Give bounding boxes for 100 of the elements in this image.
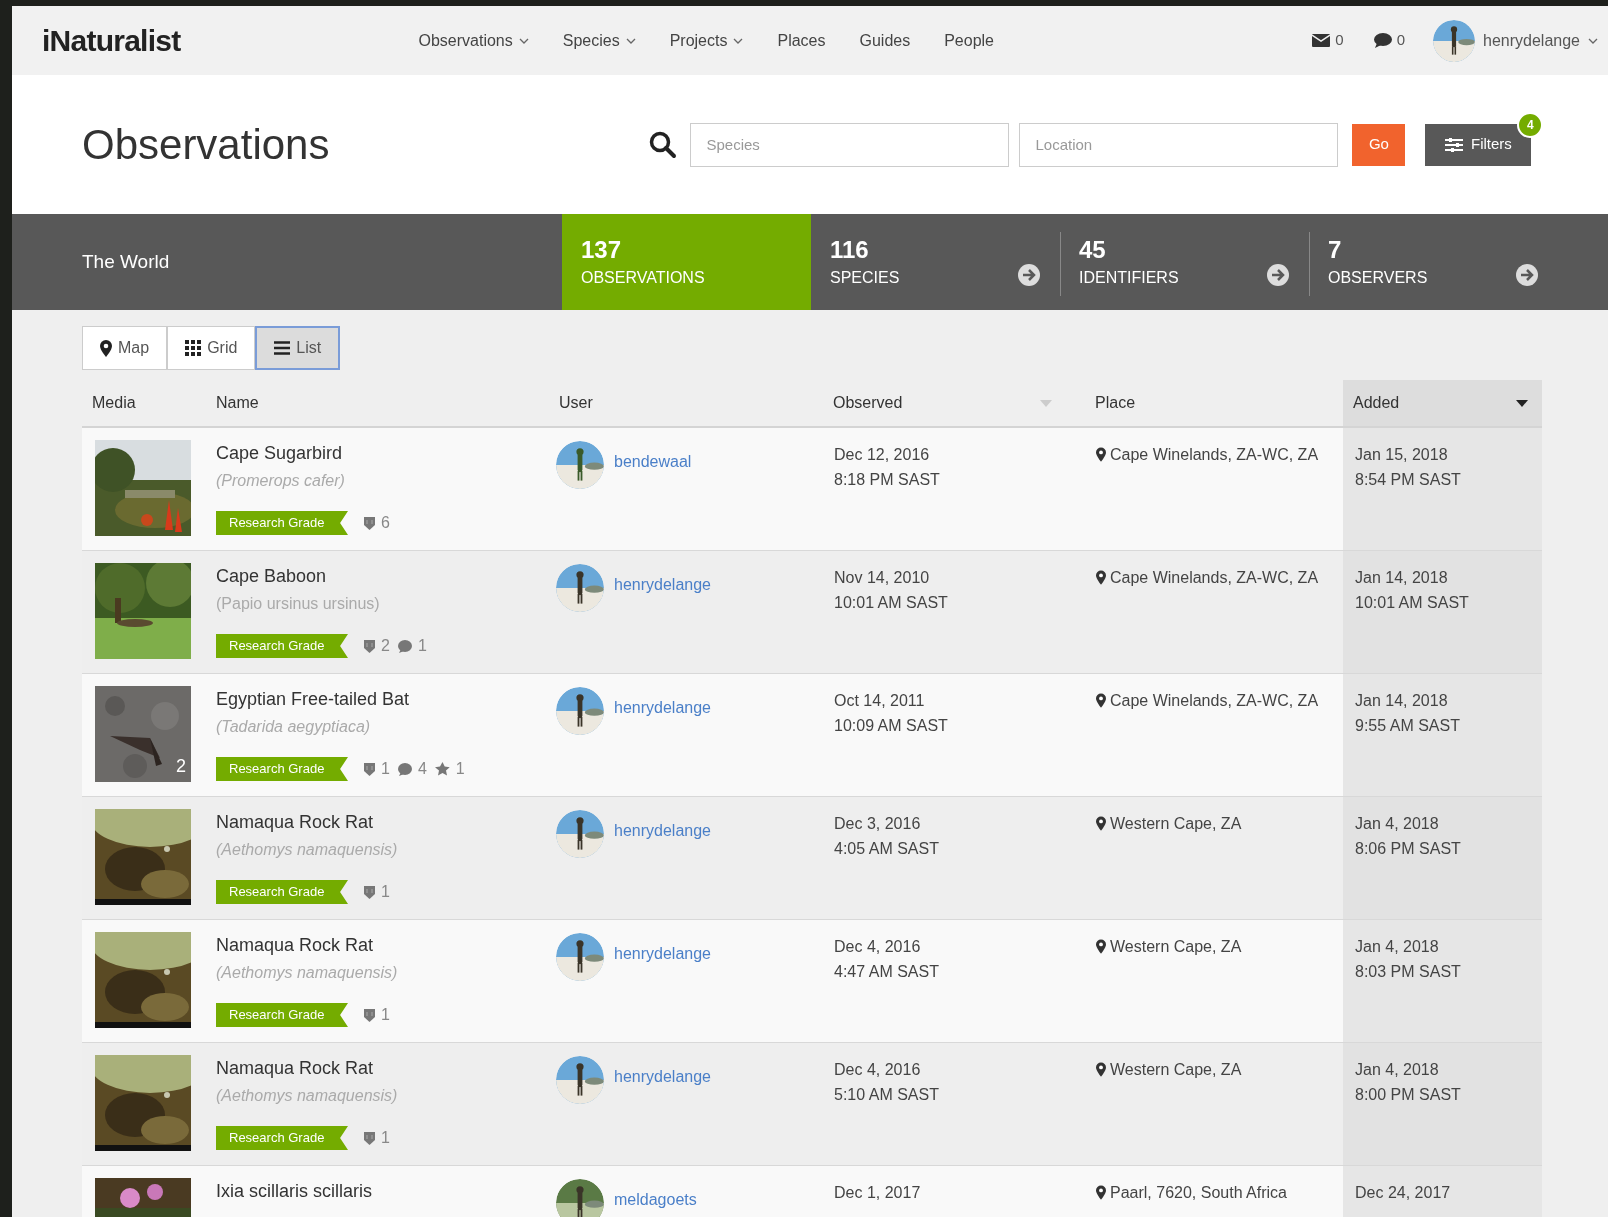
added-time: 8:06 PM SAST bbox=[1355, 839, 1462, 859]
user-link[interactable]: bendewaal bbox=[614, 450, 692, 474]
observed-date: Oct 14, 2011 bbox=[834, 691, 926, 711]
nav-link[interactable]: Projects bbox=[669, 28, 744, 53]
caret-icon bbox=[518, 37, 529, 44]
observed-date: Dec 12, 2016 bbox=[834, 445, 931, 465]
notifications-link[interactable]: 0 bbox=[1373, 29, 1406, 52]
ids-count: 6 bbox=[381, 513, 390, 533]
added-date: Dec 24, 2017 bbox=[1355, 1183, 1452, 1203]
column-header[interactable]: User bbox=[556, 380, 830, 426]
quality-grade-badge: Research Grade bbox=[216, 757, 348, 781]
user-link[interactable]: henrydelange bbox=[614, 1065, 711, 1089]
quality-grade-badge: Research Grade bbox=[216, 634, 348, 658]
place-name: The World bbox=[82, 249, 170, 274]
user-link[interactable]: henrydelange bbox=[614, 696, 711, 720]
stats-tab[interactable]: 7 OBSERVERS bbox=[1309, 214, 1558, 310]
added-date: Jan 4, 2018 bbox=[1355, 814, 1440, 834]
view-list-button[interactable]: List bbox=[255, 326, 341, 370]
place-name: Western Cape, ZA bbox=[1110, 1060, 1242, 1080]
place-name: Cape Winelands, ZA-WC, ZA bbox=[1110, 568, 1319, 588]
user-link[interactable]: meldagoets bbox=[614, 1188, 697, 1212]
observed-time: 10:01 AM SAST bbox=[834, 593, 949, 613]
scientific-name: (Aethomys namaquensis) bbox=[216, 963, 399, 983]
stats-tab[interactable]: 45 IDENTIFIERS bbox=[1060, 214, 1309, 310]
nav-link[interactable]: Observations bbox=[418, 28, 529, 53]
place-name: Western Cape, ZA bbox=[1110, 814, 1242, 834]
identification-icon bbox=[364, 762, 375, 776]
observed-time: 8:18 PM SAST bbox=[834, 470, 941, 490]
common-name[interactable]: Ixia scillaris scillaris bbox=[216, 1179, 556, 1203]
logo[interactable]: iNaturalist bbox=[42, 18, 181, 63]
stats-tab[interactable]: 116 SPECIES bbox=[811, 214, 1060, 310]
messages-link[interactable]: 0 bbox=[1312, 29, 1344, 52]
place-name: Western Cape, ZA bbox=[1110, 937, 1242, 957]
list-icon bbox=[274, 341, 291, 355]
quality-grade-badge: Research Grade bbox=[216, 880, 348, 904]
added-date: Jan 4, 2018 bbox=[1355, 937, 1440, 957]
map-pin-icon bbox=[1096, 1062, 1106, 1077]
observed-date: Dec 4, 2016 bbox=[834, 937, 922, 957]
ids-count: 1 bbox=[381, 1128, 390, 1148]
nav-link[interactable]: Guides bbox=[859, 28, 911, 53]
envelope-icon bbox=[1312, 34, 1331, 47]
ids-count: 1 bbox=[381, 882, 390, 902]
common-name[interactable]: Namaqua Rock Rat bbox=[216, 1056, 556, 1080]
quality-grade-badge: Research Grade bbox=[216, 1003, 348, 1027]
map-pin-icon bbox=[1096, 447, 1106, 462]
identification-icon bbox=[364, 516, 375, 530]
view-map-button[interactable]: Map bbox=[82, 326, 168, 370]
added-date: Jan 14, 2018 bbox=[1355, 568, 1449, 588]
filter-count-badge: 4 bbox=[1517, 111, 1544, 138]
column-header[interactable]: Place bbox=[1092, 380, 1343, 426]
common-name[interactable]: Namaqua Rock Rat bbox=[216, 810, 556, 834]
user-menu[interactable]: henrydelange bbox=[1433, 19, 1598, 62]
identification-icon bbox=[364, 639, 375, 653]
arrow-right-icon bbox=[1018, 264, 1040, 286]
observed-date: Nov 14, 2010 bbox=[834, 568, 931, 588]
identification-icon bbox=[364, 1131, 375, 1145]
observed-date: Dec 4, 2016 bbox=[834, 1060, 922, 1080]
sliders-icon bbox=[1445, 137, 1464, 152]
column-header[interactable]: Added bbox=[1343, 380, 1542, 426]
column-header[interactable]: Name bbox=[213, 380, 556, 426]
observed-date: Dec 3, 2016 bbox=[834, 814, 922, 834]
map-pin-icon bbox=[1096, 570, 1106, 585]
identification-icon bbox=[364, 885, 375, 899]
user-link[interactable]: henrydelange bbox=[614, 573, 711, 597]
user-link[interactable]: henrydelange bbox=[614, 819, 711, 843]
scientific-name: (Aethomys namaquensis) bbox=[216, 840, 399, 860]
place-name: Paarl, 7620, South Africa bbox=[1110, 1183, 1287, 1203]
ids-count: 1 bbox=[381, 759, 390, 779]
ids-count: 2 bbox=[381, 636, 390, 656]
added-time: 9:55 AM SAST bbox=[1355, 716, 1461, 736]
arrow-right-icon bbox=[1516, 264, 1538, 286]
added-time: 8:03 PM SAST bbox=[1355, 962, 1462, 982]
column-header[interactable]: Media bbox=[82, 380, 213, 426]
common-name[interactable]: Cape Sugarbird bbox=[216, 441, 556, 465]
comment-icon bbox=[397, 639, 412, 653]
observed-time: 4:47 AM SAST bbox=[834, 962, 940, 982]
common-name[interactable]: Namaqua Rock Rat bbox=[216, 933, 556, 957]
nav-link[interactable]: People bbox=[944, 28, 994, 53]
photo-count: 2 bbox=[176, 755, 186, 778]
added-date: Jan 15, 2018 bbox=[1355, 445, 1449, 465]
nav-link[interactable]: Places bbox=[777, 28, 826, 53]
caret-icon bbox=[625, 37, 636, 44]
comment-icon bbox=[397, 762, 412, 776]
species-field[interactable]: Species bbox=[690, 122, 1010, 167]
added-time: 8:00 PM SAST bbox=[1355, 1085, 1462, 1105]
faves-count: 1 bbox=[455, 759, 465, 779]
grid-icon bbox=[185, 340, 202, 356]
added-time: 8:54 PM SAST bbox=[1355, 470, 1462, 490]
place-name: Cape Winelands, ZA-WC, ZA bbox=[1110, 445, 1319, 465]
observed-time: 10:09 AM SAST bbox=[834, 716, 949, 736]
common-name[interactable]: Egyptian Free-tailed Bat bbox=[216, 687, 556, 711]
star-icon bbox=[434, 762, 450, 776]
ids-count: 1 bbox=[381, 1005, 390, 1025]
common-name[interactable]: Cape Baboon bbox=[216, 564, 556, 588]
nav-link[interactable]: Species bbox=[562, 28, 636, 53]
view-grid-button[interactable]: Grid bbox=[167, 326, 256, 370]
comments-count: 1 bbox=[417, 636, 427, 656]
user-link[interactable]: henrydelange bbox=[614, 942, 711, 966]
location-field[interactable]: Location bbox=[1019, 122, 1339, 167]
column-header[interactable]: Observed bbox=[830, 380, 1092, 426]
